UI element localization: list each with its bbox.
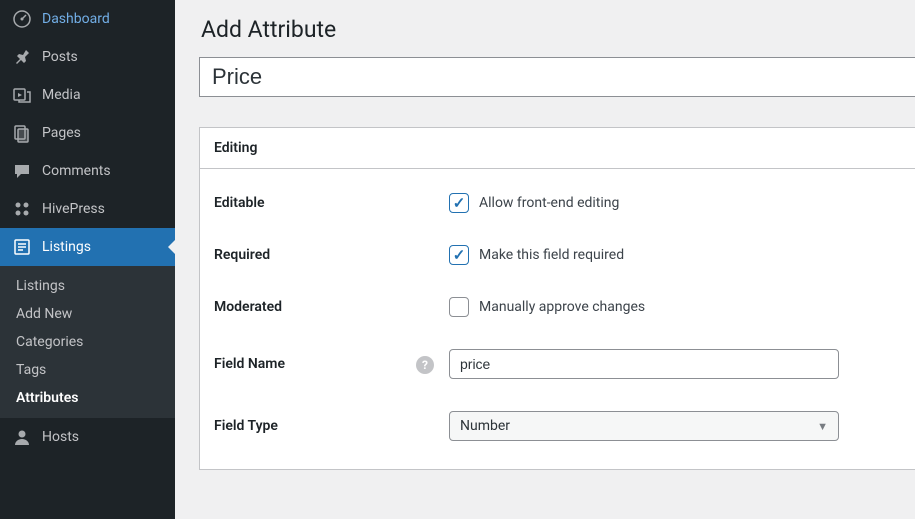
submenu-item-categories[interactable]: Categories — [0, 328, 175, 356]
field-row-field-type: Field Type Number ▼ — [214, 395, 907, 457]
field-label-field-name: Field Name ? — [214, 355, 449, 373]
submenu-item-tags[interactable]: Tags — [0, 356, 175, 384]
editable-checkbox-label[interactable]: Allow front-end editing — [479, 195, 619, 211]
sidebar-item-label: Hosts — [42, 429, 79, 445]
sidebar-item-media[interactable]: Media — [0, 76, 175, 114]
help-icon[interactable]: ? — [415, 355, 433, 373]
sidebar-item-label: Pages — [42, 125, 81, 141]
field-label-editable: Editable — [214, 195, 449, 211]
attribute-title-wrap — [199, 57, 915, 97]
sidebar-item-listings[interactable]: Listings — [0, 228, 175, 266]
field-label-moderated: Moderated — [214, 299, 449, 315]
sidebar-item-hivepress[interactable]: HivePress — [0, 190, 175, 228]
editable-checkbox[interactable] — [449, 193, 469, 213]
sidebar-submenu: Listings Add New Categories Tags Attribu… — [0, 266, 175, 418]
svg-text:?: ? — [422, 358, 428, 372]
sidebar-item-label: Posts — [42, 49, 78, 65]
sidebar-item-comments[interactable]: Comments — [0, 152, 175, 190]
media-icon — [12, 85, 32, 105]
field-label-field-type: Field Type — [214, 418, 449, 434]
submenu-item-listings[interactable]: Listings — [0, 272, 175, 300]
field-row-field-name: Field Name ? — [214, 333, 907, 395]
pin-icon — [12, 47, 32, 67]
required-checkbox-label[interactable]: Make this field required — [479, 247, 624, 263]
required-checkbox[interactable] — [449, 245, 469, 265]
chevron-down-icon: ▼ — [817, 420, 828, 433]
comments-icon — [12, 161, 32, 181]
submenu-item-attributes[interactable]: Attributes — [0, 384, 175, 412]
page-title: Add Attribute — [199, 16, 915, 43]
editing-panel-title: Editing — [200, 128, 915, 169]
pages-icon — [12, 123, 32, 143]
listings-icon — [12, 237, 32, 257]
field-type-select[interactable]: Number ▼ — [449, 411, 839, 441]
editing-panel: Editing Editable Allow front-end editing… — [199, 127, 915, 470]
hivepress-icon — [12, 199, 32, 219]
field-label-required: Required — [214, 247, 449, 263]
sidebar-item-posts[interactable]: Posts — [0, 38, 175, 76]
hosts-icon — [12, 427, 32, 447]
admin-sidebar: Dashboard Posts Media Pages Comments — [0, 0, 175, 519]
sidebar-item-label: Dashboard — [42, 11, 110, 27]
field-name-input[interactable] — [449, 349, 839, 379]
moderated-checkbox[interactable] — [449, 297, 469, 317]
field-name-label-text: Field Name — [214, 356, 285, 372]
sidebar-item-label: HivePress — [42, 201, 105, 217]
dashboard-icon — [12, 9, 32, 29]
field-row-moderated: Moderated Manually approve changes — [214, 281, 907, 333]
moderated-checkbox-label[interactable]: Manually approve changes — [479, 299, 645, 315]
sidebar-item-pages[interactable]: Pages — [0, 114, 175, 152]
field-row-required: Required Make this field required — [214, 229, 907, 281]
main-content: Add Attribute Editing Editable Allow fro… — [175, 0, 915, 519]
sidebar-item-hosts[interactable]: Hosts — [0, 418, 175, 456]
sidebar-item-label: Listings — [42, 239, 91, 255]
sidebar-item-label: Comments — [42, 163, 111, 179]
sidebar-item-dashboard[interactable]: Dashboard — [0, 0, 175, 38]
sidebar-item-label: Media — [42, 87, 81, 103]
field-row-editable: Editable Allow front-end editing — [214, 177, 907, 229]
attribute-title-input[interactable] — [199, 57, 915, 97]
submenu-item-add-new[interactable]: Add New — [0, 300, 175, 328]
field-type-selected-value: Number — [460, 418, 510, 434]
